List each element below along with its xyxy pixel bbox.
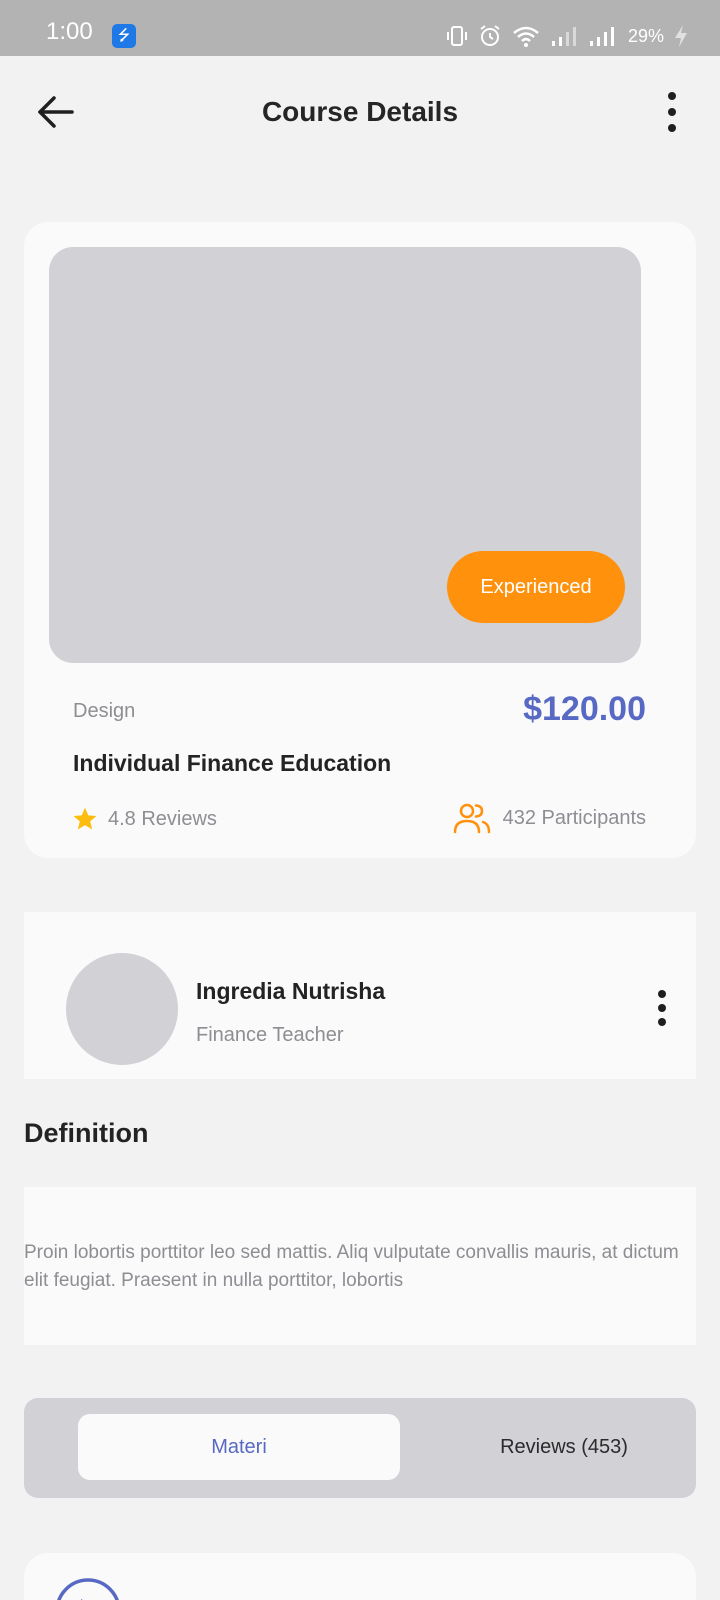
star-icon [73, 807, 97, 830]
charging-icon [675, 25, 688, 47]
course-participants: 432 Participants [453, 802, 646, 834]
course-price: $120.00 [523, 690, 646, 728]
lesson-card[interactable] [24, 1553, 696, 1600]
wifi-icon [513, 26, 539, 47]
avatar [66, 953, 178, 1065]
course-name: Individual Finance Education [73, 750, 392, 776]
teacher-more-button[interactable] [654, 988, 670, 1028]
more-options-button[interactable] [656, 90, 688, 134]
level-badge: Experienced [447, 551, 625, 623]
participants-text: 432 Participants [502, 806, 646, 829]
course-rating: 4.8 Reviews [72, 806, 217, 832]
status-time: 1:00 [46, 18, 93, 45]
status-icons: 29% [446, 22, 688, 50]
teacher-role: Finance Teacher [196, 1024, 344, 1046]
battery-level: 29% [628, 25, 665, 46]
more-vertical-icon-dot [668, 108, 676, 116]
definition-title: Definition [24, 1118, 149, 1148]
more-vertical-icon [658, 990, 666, 998]
alarm-icon [480, 25, 500, 46]
tab-materi[interactable]: Materi [78, 1414, 400, 1480]
more-vertical-icon-dot [658, 1018, 666, 1026]
more-vertical-icon [668, 92, 676, 100]
play-circle-icon[interactable] [54, 1577, 122, 1600]
more-vertical-icon-dot [668, 124, 676, 132]
definition-box: Proin lobortis porttitor leo sed mattis.… [24, 1187, 696, 1345]
users-icon [453, 803, 490, 834]
vibrate-icon [447, 26, 467, 46]
definition-text: Proin lobortis porttitor leo sed mattis.… [24, 1242, 679, 1291]
usb-icon: ⭍ [112, 24, 136, 48]
page-title: Course Details [261, 96, 459, 127]
more-vertical-icon-dot [658, 1004, 666, 1012]
course-category: Design [73, 700, 136, 722]
rating-text: 4.8 Reviews [108, 807, 217, 830]
status-bar: 1:00 ⭍ 29% [0, 0, 720, 56]
signal-icon [552, 27, 576, 46]
tab-reviews[interactable]: Reviews (453) [464, 1414, 664, 1480]
signal-icon [590, 27, 614, 46]
tab-bar: Materi Reviews (453) [24, 1398, 696, 1498]
app-bar: Course Details [0, 56, 720, 168]
teacher-name: Ingredia Nutrisha [196, 978, 386, 1004]
